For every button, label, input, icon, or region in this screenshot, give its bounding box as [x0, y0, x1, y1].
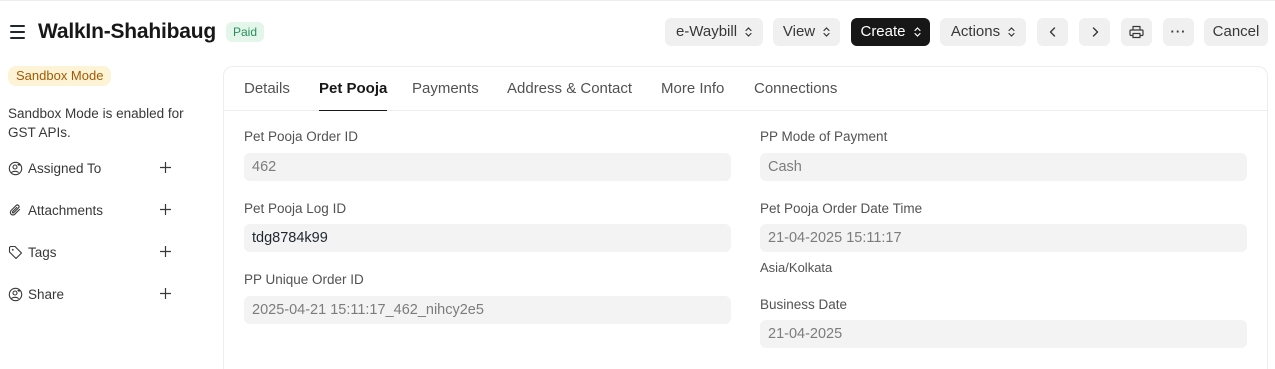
form-tabs: Details Pet Pooja Payments Address & Con…	[224, 67, 1267, 111]
chevron-right-icon	[1092, 27, 1098, 37]
paperclip-icon	[8, 203, 23, 218]
tag-icon	[8, 245, 23, 260]
form-panel: Details Pet Pooja Payments Address & Con…	[223, 66, 1268, 369]
sidebar-item-share[interactable]: Share	[8, 284, 176, 304]
tab-connections[interactable]: Connections	[754, 80, 837, 111]
pet-pooja-order-id-label: Pet Pooja Order ID	[244, 129, 359, 144]
business-date-label: Business Date	[760, 297, 848, 312]
sandbox-mode-notice: Sandbox Mode is enabled for GST APIs.	[8, 106, 184, 140]
pet-pooja-log-id-field[interactable]: tdg8784k99	[244, 224, 731, 252]
previous-button[interactable]	[1037, 18, 1068, 46]
pp-mode-of-payment-label: PP Mode of Payment	[760, 129, 888, 144]
select-arrows-icon	[913, 26, 921, 38]
select-arrows-icon	[745, 26, 752, 38]
more-icon: ···	[1170, 24, 1187, 39]
tab-pet-pooja[interactable]: Pet Pooja	[319, 80, 388, 111]
ewaybill-button-label: e-Waybill	[675, 23, 738, 40]
actions-button-label: Actions	[950, 23, 1001, 40]
pet-pooja-order-id-field: 462	[244, 153, 731, 181]
timezone-description: Asia/Kolkata	[760, 260, 833, 275]
sidebar-item-label: Share	[28, 286, 65, 302]
pp-unique-order-id-label: PP Unique Order ID	[244, 272, 364, 287]
sidebar-item-tags[interactable]: Tags	[8, 242, 176, 262]
view-button[interactable]: View	[773, 18, 840, 46]
sidebar-item-label: Tags	[28, 244, 57, 260]
cancel-button[interactable]: Cancel	[1204, 18, 1268, 46]
share-user-icon	[8, 287, 23, 302]
actions-button[interactable]: Actions	[940, 18, 1026, 46]
select-arrows-icon	[823, 26, 830, 38]
pet-pooja-order-date-time-field: 21-04-2025 15:11:17	[760, 224, 1247, 252]
sidebar-item-label: Attachments	[28, 202, 104, 218]
plus-icon[interactable]	[159, 287, 172, 300]
business-date-field: 21-04-2025	[760, 320, 1247, 348]
create-button[interactable]: Create	[851, 18, 930, 46]
select-arrows-icon	[1008, 26, 1015, 38]
more-options-button[interactable]: ···	[1163, 18, 1194, 46]
sidebar-item-attachments[interactable]: Attachments	[8, 200, 176, 220]
page-title: WalkIn-Shahibaug	[38, 20, 217, 43]
tab-payments[interactable]: Payments	[412, 80, 479, 111]
tab-address-contact[interactable]: Address & Contact	[507, 80, 632, 111]
tab-more-info[interactable]: More Info	[661, 80, 724, 111]
pp-unique-order-id-field: 2025-04-21 15:11:17_462_nihcy2e5	[244, 296, 731, 324]
pet-pooja-log-id-label: Pet Pooja Log ID	[244, 201, 347, 216]
ewaybill-button[interactable]: e-Waybill	[665, 18, 763, 46]
plus-icon[interactable]	[159, 161, 172, 174]
sidebar-item-label: Assigned To	[28, 160, 102, 176]
pet-pooja-order-date-time-label: Pet Pooja Order Date Time	[760, 201, 923, 216]
create-button-label: Create	[860, 23, 906, 40]
plus-icon[interactable]	[159, 203, 172, 216]
menu-icon[interactable]	[10, 25, 25, 39]
view-button-label: View	[782, 23, 816, 40]
sandbox-mode-badge: Sandbox Mode	[8, 66, 112, 86]
sidebar-item-assigned-to[interactable]: Assigned To	[8, 158, 176, 178]
cancel-button-label: Cancel	[1212, 23, 1260, 40]
tab-details[interactable]: Details	[244, 80, 290, 111]
plus-icon[interactable]	[159, 245, 172, 258]
printer-icon	[1129, 25, 1144, 39]
status-badge: Paid	[226, 22, 265, 42]
user-add-icon	[8, 161, 23, 176]
chevron-left-icon	[1049, 27, 1055, 37]
print-button[interactable]	[1121, 18, 1152, 46]
pp-mode-of-payment-field: Cash	[760, 153, 1247, 181]
page-header: WalkIn-Shahibaug Paid e-Waybill View Cre…	[0, 0, 1275, 62]
next-button[interactable]	[1079, 18, 1110, 46]
